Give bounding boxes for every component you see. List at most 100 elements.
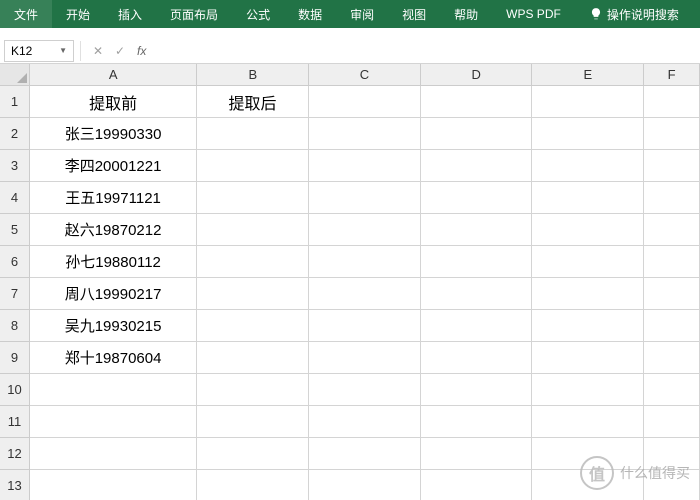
cell-B5[interactable] bbox=[197, 214, 309, 246]
cell-D1[interactable] bbox=[421, 86, 533, 118]
cell-F8[interactable] bbox=[644, 310, 700, 342]
cell-F4[interactable] bbox=[644, 182, 700, 214]
cell-F9[interactable] bbox=[644, 342, 700, 374]
cell-C10[interactable] bbox=[309, 374, 421, 406]
row-header-5[interactable]: 5 bbox=[0, 214, 30, 246]
cell-C12[interactable] bbox=[309, 438, 421, 470]
cell-B3[interactable] bbox=[197, 150, 309, 182]
ribbon-tab-4[interactable]: 公式 bbox=[232, 0, 284, 28]
cell-F7[interactable] bbox=[644, 278, 700, 310]
cell-C6[interactable] bbox=[309, 246, 421, 278]
cell-D8[interactable] bbox=[421, 310, 533, 342]
cell-A13[interactable] bbox=[30, 470, 197, 500]
cell-B10[interactable] bbox=[197, 374, 309, 406]
cell-C2[interactable] bbox=[309, 118, 421, 150]
cell-C8[interactable] bbox=[309, 310, 421, 342]
cell-A9[interactable]: 郑十19870604 bbox=[30, 342, 197, 374]
cell-D13[interactable] bbox=[421, 470, 533, 500]
cell-D6[interactable] bbox=[421, 246, 533, 278]
cell-A10[interactable] bbox=[30, 374, 197, 406]
cell-E9[interactable] bbox=[532, 342, 644, 374]
cell-C13[interactable] bbox=[309, 470, 421, 500]
cell-E3[interactable] bbox=[532, 150, 644, 182]
ribbon-tab-6[interactable]: 审阅 bbox=[336, 0, 388, 28]
cell-B13[interactable] bbox=[197, 470, 309, 500]
cell-B12[interactable] bbox=[197, 438, 309, 470]
cell-C3[interactable] bbox=[309, 150, 421, 182]
cell-A6[interactable]: 孙七19880112 bbox=[30, 246, 197, 278]
cell-D3[interactable] bbox=[421, 150, 533, 182]
name-box[interactable]: K12 ▼ bbox=[4, 40, 74, 62]
col-header-E[interactable]: E bbox=[532, 64, 644, 86]
cell-E2[interactable] bbox=[532, 118, 644, 150]
row-header-7[interactable]: 7 bbox=[0, 278, 30, 310]
cell-A4[interactable]: 王五19971121 bbox=[30, 182, 197, 214]
cell-C11[interactable] bbox=[309, 406, 421, 438]
cell-A2[interactable]: 张三19990330 bbox=[30, 118, 197, 150]
cell-C4[interactable] bbox=[309, 182, 421, 214]
cell-A3[interactable]: 李四20001221 bbox=[30, 150, 197, 182]
row-header-4[interactable]: 4 bbox=[0, 182, 30, 214]
col-header-C[interactable]: C bbox=[309, 64, 421, 86]
col-header-A[interactable]: A bbox=[30, 64, 197, 86]
col-header-F[interactable]: F bbox=[644, 64, 700, 86]
row-header-10[interactable]: 10 bbox=[0, 374, 30, 406]
cell-D12[interactable] bbox=[421, 438, 533, 470]
cell-B2[interactable] bbox=[197, 118, 309, 150]
ribbon-tab-2[interactable]: 插入 bbox=[104, 0, 156, 28]
cell-C9[interactable] bbox=[309, 342, 421, 374]
row-header-9[interactable]: 9 bbox=[0, 342, 30, 374]
cell-B4[interactable] bbox=[197, 182, 309, 214]
cell-E11[interactable] bbox=[532, 406, 644, 438]
ribbon-tab-8[interactable]: 帮助 bbox=[440, 0, 492, 28]
cell-D4[interactable] bbox=[421, 182, 533, 214]
cell-B7[interactable] bbox=[197, 278, 309, 310]
row-header-13[interactable]: 13 bbox=[0, 470, 30, 500]
cell-B8[interactable] bbox=[197, 310, 309, 342]
cell-B9[interactable] bbox=[197, 342, 309, 374]
ribbon-tab-9[interactable]: WPS PDF bbox=[492, 0, 575, 28]
cell-F3[interactable] bbox=[644, 150, 700, 182]
cell-D10[interactable] bbox=[421, 374, 533, 406]
name-box-dropdown-icon[interactable]: ▼ bbox=[59, 46, 67, 55]
cell-D5[interactable] bbox=[421, 214, 533, 246]
row-header-2[interactable]: 2 bbox=[0, 118, 30, 150]
cell-A7[interactable]: 周八19990217 bbox=[30, 278, 197, 310]
cell-B6[interactable] bbox=[197, 246, 309, 278]
fx-icon[interactable]: fx bbox=[131, 44, 152, 58]
cell-A1[interactable]: 提取前 bbox=[30, 86, 197, 118]
cell-A5[interactable]: 赵六19870212 bbox=[30, 214, 197, 246]
ribbon-tab-5[interactable]: 数据 bbox=[284, 0, 336, 28]
cell-F5[interactable] bbox=[644, 214, 700, 246]
ribbon-tab-7[interactable]: 视图 bbox=[388, 0, 440, 28]
row-header-3[interactable]: 3 bbox=[0, 150, 30, 182]
cell-F2[interactable] bbox=[644, 118, 700, 150]
ribbon-tab-1[interactable]: 开始 bbox=[52, 0, 104, 28]
cell-F10[interactable] bbox=[644, 374, 700, 406]
tell-me-search[interactable]: 操作说明搜索 bbox=[575, 6, 687, 23]
cell-C5[interactable] bbox=[309, 214, 421, 246]
row-header-11[interactable]: 11 bbox=[0, 406, 30, 438]
cell-B1[interactable]: 提取后 bbox=[197, 86, 309, 118]
cell-E7[interactable] bbox=[532, 278, 644, 310]
row-header-6[interactable]: 6 bbox=[0, 246, 30, 278]
cell-F6[interactable] bbox=[644, 246, 700, 278]
ribbon-tab-3[interactable]: 页面布局 bbox=[156, 0, 232, 28]
cell-F11[interactable] bbox=[644, 406, 700, 438]
cell-D7[interactable] bbox=[421, 278, 533, 310]
row-header-8[interactable]: 8 bbox=[0, 310, 30, 342]
col-header-B[interactable]: B bbox=[197, 64, 309, 86]
cell-C1[interactable] bbox=[309, 86, 421, 118]
col-header-D[interactable]: D bbox=[421, 64, 533, 86]
select-all-corner[interactable] bbox=[0, 64, 30, 86]
cell-E10[interactable] bbox=[532, 374, 644, 406]
cell-E5[interactable] bbox=[532, 214, 644, 246]
cell-A12[interactable] bbox=[30, 438, 197, 470]
cell-B11[interactable] bbox=[197, 406, 309, 438]
ribbon-tab-0[interactable]: 文件 bbox=[0, 0, 52, 28]
cell-A8[interactable]: 吴九19930215 bbox=[30, 310, 197, 342]
cell-E8[interactable] bbox=[532, 310, 644, 342]
cell-F1[interactable] bbox=[644, 86, 700, 118]
cell-E6[interactable] bbox=[532, 246, 644, 278]
cell-A11[interactable] bbox=[30, 406, 197, 438]
